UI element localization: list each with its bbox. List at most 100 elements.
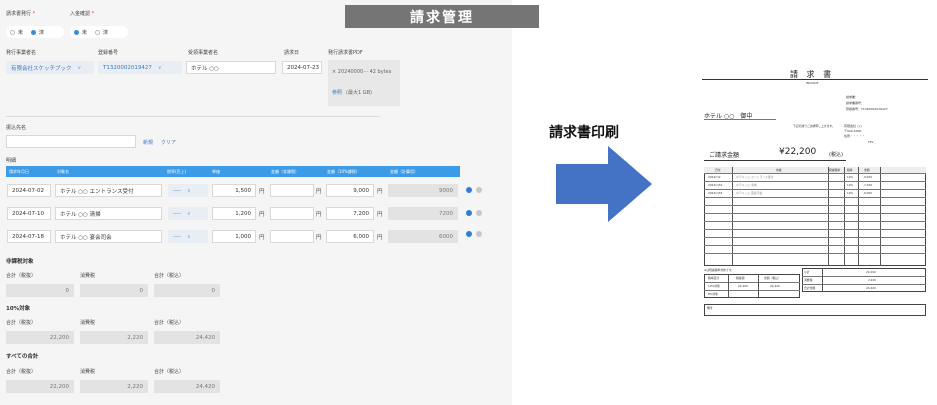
- th-date: 請求年月日: [9, 169, 29, 174]
- row-nontax-input[interactable]: [270, 230, 314, 243]
- th-amount: 金額: [864, 168, 870, 172]
- row-nontax-input[interactable]: [270, 207, 314, 220]
- sum-in-label: 合計（税込）: [154, 273, 185, 279]
- payment-confirm-radio-group[interactable]: 未 済: [70, 26, 128, 38]
- print-invoice-label: 請求書印刷: [549, 125, 619, 141]
- right-arrow-icon: [556, 146, 652, 222]
- amount-rule: [704, 160, 846, 161]
- yen-unit: 円: [377, 189, 383, 195]
- row-rule: [704, 221, 926, 222]
- issue-date-input[interactable]: 2024-07-23: [282, 61, 322, 74]
- sub-header: 金額（税込）: [764, 276, 781, 280]
- row-taxed-input[interactable]: 6,000: [326, 230, 374, 243]
- row-taxed-input[interactable]: 7,200: [326, 207, 374, 220]
- item-rate: 10%: [847, 191, 854, 195]
- radio-unissued[interactable]: [10, 29, 15, 35]
- all-totals-section-title: すべての合計: [6, 354, 39, 360]
- sum-ex-label: 合計（税抜）: [6, 369, 37, 375]
- row-rule: [704, 213, 926, 214]
- nontax-section-title: 非課税対象: [6, 259, 34, 265]
- tax-label: 消費税: [80, 369, 96, 375]
- row-date-input[interactable]: 2024-07-02: [7, 184, 51, 197]
- th-reduced: 軽減税率: [829, 168, 841, 172]
- item-amount: 6,000: [864, 191, 873, 195]
- row-nontax-input[interactable]: [270, 184, 314, 197]
- radio-unpaid[interactable]: [74, 29, 79, 35]
- clear-link[interactable]: クリア: [161, 139, 176, 146]
- row-tax-select[interactable]: ---- ∨: [168, 207, 208, 220]
- th-rate: 税率: [847, 168, 853, 172]
- nontax-tax: 0: [80, 284, 148, 297]
- browse-link[interactable]: 参照: [332, 89, 342, 96]
- invoice-document: 請 求 書 INVOICE 請求書： 請求書番号： 登録番号：T13200020…: [702, 62, 928, 318]
- col-rule: [732, 167, 733, 266]
- row-name-input[interactable]: ホテル ○○ 清掃: [55, 207, 162, 220]
- row-name-input[interactable]: ホテル ○○ エントランス受付: [55, 184, 162, 197]
- col-rule: [822, 268, 823, 292]
- item-amount: 7,200: [864, 183, 873, 187]
- row-unit-input[interactable]: 1,500: [212, 184, 256, 197]
- row-date-input[interactable]: 2024-07-10: [7, 207, 51, 220]
- add-row-icon[interactable]: [466, 187, 472, 193]
- row-unit-input[interactable]: 1,200: [212, 207, 256, 220]
- row-rule: [704, 205, 926, 206]
- remarks-box: [704, 304, 926, 316]
- invoice-issue-label: 請求書発行 *: [6, 11, 36, 17]
- th-name: 対象名: [57, 169, 69, 174]
- sum-in-label: 合計（税込）: [154, 320, 185, 326]
- remove-row-icon[interactable]: [476, 210, 482, 216]
- row-tax-select[interactable]: ---- ∨: [168, 184, 208, 197]
- remove-row-icon[interactable]: [476, 231, 482, 237]
- yen-unit: 円: [377, 235, 383, 241]
- radio-paid[interactable]: [95, 29, 101, 35]
- row-rule: [704, 290, 800, 291]
- total-label: 小計: [804, 270, 810, 274]
- item-rate: 10%: [847, 183, 854, 187]
- sub-cell: 10%対象: [708, 284, 720, 288]
- row-rule: [704, 253, 926, 254]
- col-rule: [728, 274, 729, 298]
- row-rule: [704, 189, 926, 190]
- issuer-select[interactable]: 有限会社スケッチブック ∨: [6, 61, 94, 74]
- chevron-down-icon: ∨: [186, 233, 191, 240]
- pdf-file-name[interactable]: × 20240000··· 42 bytes: [332, 69, 391, 75]
- total-value: 2,220: [868, 278, 877, 282]
- radio-issued[interactable]: [31, 29, 37, 35]
- row-name-input[interactable]: ホテル ○○ 宴会司会: [55, 230, 162, 243]
- row-unit-input[interactable]: 1,000: [212, 230, 256, 243]
- item-date: 2024/7/10: [708, 183, 723, 187]
- payee-input[interactable]: [6, 135, 136, 148]
- title-rule: [702, 79, 928, 80]
- chevron-down-icon: ∨: [77, 64, 82, 71]
- add-row-icon[interactable]: [466, 231, 472, 237]
- chevron-down-icon: ∨: [186, 187, 191, 194]
- max-size-note: (最大1 GB): [346, 90, 372, 96]
- issuer-line: TEL：: [868, 140, 877, 144]
- issue-date-label: 請求日: [284, 50, 300, 56]
- row-taxed-input[interactable]: 9,000: [326, 184, 374, 197]
- chevron-down-icon: ∨: [157, 64, 162, 71]
- sub-cell: 22,200: [738, 284, 748, 288]
- row-date-input[interactable]: 2024-07-18: [7, 230, 51, 243]
- remove-row-icon[interactable]: [476, 187, 482, 193]
- issuer-label: 発行事業者名: [6, 50, 37, 56]
- col-rule: [844, 167, 845, 266]
- yen-unit: 円: [259, 235, 265, 241]
- yen-unit: 円: [259, 212, 265, 218]
- row-rule: [704, 173, 926, 174]
- invoice-form-panel: 請求書発行 * 未 済 入金確認 * 未 済 発行事業者名 有限会社スケッチブッ…: [0, 0, 512, 405]
- recipient-input[interactable]: ホテル ○○: [186, 61, 276, 74]
- amount-value: ¥22,200: [779, 147, 817, 157]
- add-row-icon[interactable]: [466, 210, 472, 216]
- row-rule: [704, 237, 926, 238]
- new-link[interactable]: 新規: [143, 139, 153, 146]
- item-date: 2024/7/2: [708, 175, 721, 179]
- th-nontax: 金額（非課税）: [271, 169, 299, 174]
- nontax-sum-ex: 0: [6, 284, 74, 297]
- reg-no-select[interactable]: T1320002019427 ∨: [98, 61, 182, 74]
- yen-unit: 円: [316, 212, 322, 218]
- meta-line: 請求書番号：: [846, 101, 865, 105]
- invoice-issue-radio-group[interactable]: 未 済: [6, 26, 64, 38]
- invoice-subtitle: INVOICE: [806, 81, 819, 85]
- row-tax-select[interactable]: ---- ∨: [168, 230, 208, 243]
